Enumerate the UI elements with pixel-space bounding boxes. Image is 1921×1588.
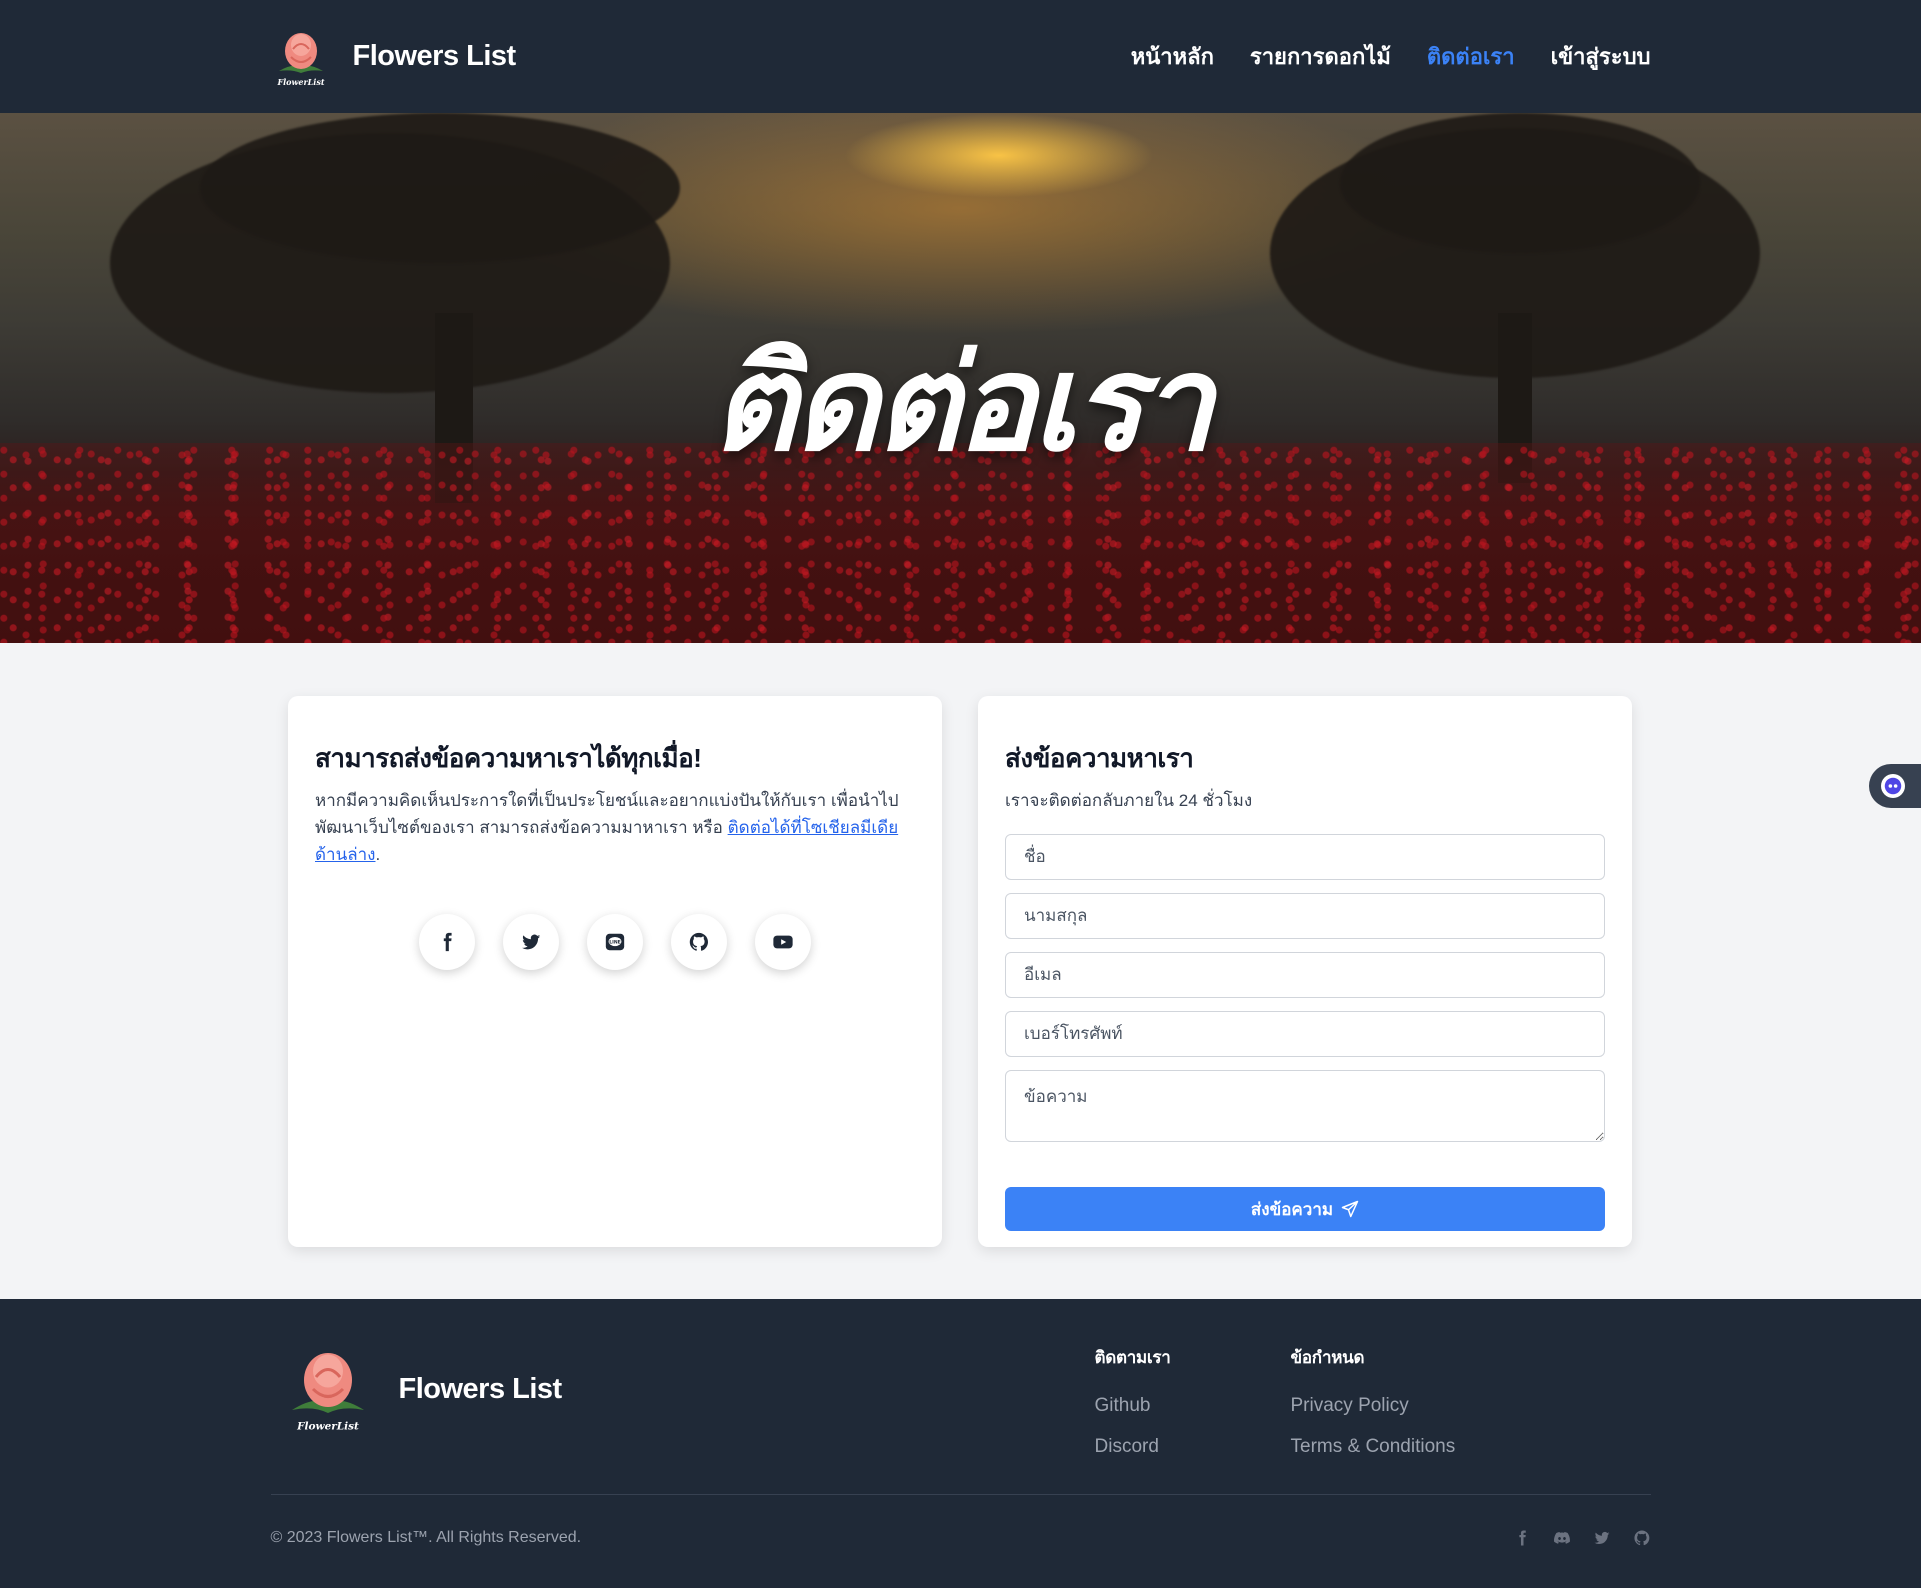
footer-divider xyxy=(270,1494,1651,1495)
contact-form-card: ส่งข้อความหาเรา เราจะติดต่อกลับภายใน 24 … xyxy=(978,696,1632,1247)
footer-facebook-link[interactable] xyxy=(1513,1529,1531,1547)
first-name-field[interactable] xyxy=(1005,834,1605,880)
github-button[interactable] xyxy=(671,914,727,970)
youtube-icon xyxy=(773,935,793,949)
copyright-text: © 2023 Flowers List™. All Rights Reserve… xyxy=(270,1529,582,1546)
bot-face-icon xyxy=(1881,774,1905,798)
github-icon xyxy=(689,932,708,951)
footer: FlowerList Flowers List ติดตามเรา Github… xyxy=(0,1299,1921,1588)
logo-caption: FlowerList xyxy=(276,77,324,87)
logo-caption: FlowerList xyxy=(296,1421,359,1433)
info-card: สามารถส่งข้อความหาเราได้ทุกเมื่อ! หากมีค… xyxy=(288,696,942,1247)
contact-form: ส่งข้อความ xyxy=(1005,834,1605,1231)
send-message-button[interactable]: ส่งข้อความ xyxy=(1005,1187,1605,1231)
footer-twitter-link[interactable] xyxy=(1593,1529,1611,1547)
message-field[interactable] xyxy=(1005,1070,1605,1142)
footer-discord-link[interactable] xyxy=(1553,1529,1571,1547)
info-card-description: หากมีความคิดเห็นประการใดที่เป็นประโยชน์แ… xyxy=(315,787,915,868)
footer-link-terms[interactable]: Terms & Conditions xyxy=(1291,1436,1456,1458)
line-button[interactable]: LINE xyxy=(587,914,643,970)
youtube-button[interactable] xyxy=(755,914,811,970)
github-icon xyxy=(1633,1530,1649,1546)
info-card-title: สามารถส่งข้อความหาเราได้ทุกเมื่อ! xyxy=(315,743,702,773)
chat-widget-button[interactable] xyxy=(1869,764,1921,808)
email-field[interactable] xyxy=(1005,952,1605,998)
twitter-icon xyxy=(1594,1531,1609,1545)
footer-brand[interactable]: FlowerList Flowers List xyxy=(283,1344,562,1434)
discord-icon xyxy=(1553,1532,1570,1544)
hero-banner: ติดต่อเรา xyxy=(0,113,1921,643)
contact-form-subtitle: เราจะติดต่อกลับภายใน 24 ชั่วโมง xyxy=(1005,791,1253,810)
footer-terms-column: ข้อกำหนด Privacy Policy Terms & Conditio… xyxy=(1291,1344,1456,1477)
contact-form-title: ส่งข้อความหาเรา xyxy=(1005,743,1194,773)
footer-link-discord[interactable]: Discord xyxy=(1095,1436,1171,1458)
nav-login[interactable]: เข้าสู่ระบบ xyxy=(1551,44,1651,69)
footer-follow-heading: ติดตามเรา xyxy=(1094,1348,1171,1367)
last-name-field[interactable] xyxy=(1005,893,1605,939)
twitter-button[interactable] xyxy=(503,914,559,970)
main-content: สามารถส่งข้อความหาเราได้ทุกเมื่อ! หากมีค… xyxy=(288,643,1633,1293)
footer-link-privacy[interactable]: Privacy Policy xyxy=(1291,1395,1456,1417)
footer-github-link[interactable] xyxy=(1633,1529,1651,1547)
navbar: FlowerList Flowers List หน้าหลัก รายการด… xyxy=(0,0,1921,113)
facebook-icon xyxy=(443,932,452,952)
line-icon: LINE xyxy=(605,933,625,951)
footer-link-github[interactable]: Github xyxy=(1095,1395,1171,1417)
facebook-icon xyxy=(1518,1530,1526,1546)
nav-contact[interactable]: ติดต่อเรา xyxy=(1427,44,1515,69)
twitter-icon xyxy=(521,934,541,950)
nav-links: หน้าหลัก รายการดอกไม้ ติดต่อเรา เข้าสู่ร… xyxy=(1131,39,1651,74)
svg-text:LINE: LINE xyxy=(609,939,621,945)
social-buttons: LINE xyxy=(315,914,915,970)
facebook-button[interactable] xyxy=(419,914,475,970)
footer-terms-heading: ข้อกำหนด xyxy=(1290,1348,1365,1367)
phone-field[interactable] xyxy=(1005,1011,1605,1057)
info-description-trailing: . xyxy=(375,845,381,864)
brand[interactable]: FlowerList Flowers List xyxy=(271,27,516,87)
hero-title: ติดต่อเรา xyxy=(711,330,1214,477)
footer-brand-name: Flowers List xyxy=(398,1372,563,1405)
nav-home[interactable]: หน้าหลัก xyxy=(1131,44,1214,69)
footer-follow-column: ติดตามเรา Github Discord xyxy=(1095,1344,1171,1477)
send-message-label: ส่งข้อความ xyxy=(1250,1199,1334,1219)
flower-logo-icon: FlowerList xyxy=(283,1344,373,1434)
flower-logo-icon: FlowerList xyxy=(271,27,331,87)
nav-flower-list[interactable]: รายการดอกไม้ xyxy=(1250,44,1391,69)
footer-social-icons xyxy=(1513,1529,1651,1547)
brand-name: Flowers List xyxy=(352,40,517,72)
paper-plane-icon xyxy=(1341,1200,1359,1218)
